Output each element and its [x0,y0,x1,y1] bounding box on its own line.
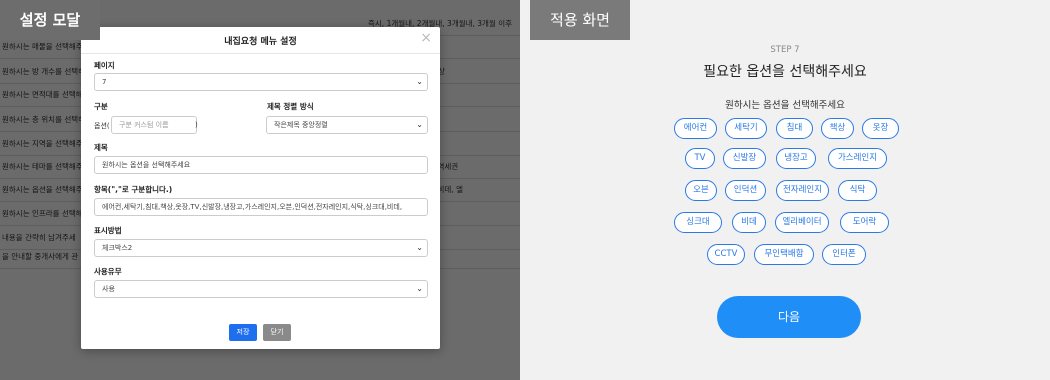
option-chip[interactable]: 책상 [821,118,854,139]
sort-label: 제목 정렬 방식 [267,102,314,111]
section-tag-applied: 적용 화면 [530,0,630,40]
option-chip[interactable]: 무인택배함 [754,244,814,265]
modal-title: 내집요청 메뉴 설정 [224,37,297,47]
page-select[interactable]: 7 ⌄ [94,73,428,91]
option-chip[interactable]: CCTV [707,244,745,265]
option-chip[interactable]: 에어컨 [674,118,717,139]
applied-screen-panel: STEP 7 필요한 옵션을 선택해주세요 원하시는 옵션을 선택해주세요 에어… [520,0,1050,380]
close-icon[interactable]: × [420,30,432,46]
option-chip[interactable]: 냉장고 [776,148,816,169]
option-chip[interactable]: 식탁 [838,180,877,201]
usage-select[interactable]: 사용 ⌄ [94,280,428,298]
chevron-down-icon: ⌄ [416,284,423,293]
option-chip[interactable]: 옷장 [862,118,899,139]
display-select[interactable]: 체크박스2 ⌄ [94,239,428,257]
items-label: 항목(","로 구분합니다.) [94,185,173,194]
step-label: STEP 7 [770,45,800,55]
option-chip[interactable]: 엘리베이터 [775,212,829,233]
page-subtitle: 원하시는 옵션을 선택해주세요 [725,100,845,111]
modal-header: 내집요청 메뉴 설정 × [81,27,440,54]
page-title: 필요한 옵션을 선택해주세요 [703,64,867,80]
option-chip[interactable]: 도어락 [840,212,889,233]
category-label: 구분 [94,102,108,111]
option-chip[interactable]: 전자레인지 [776,180,829,201]
usage-select-value: 사용 [102,285,115,293]
category-name-input[interactable]: 구분 커스텀 이름 [111,116,197,134]
title-input[interactable]: 원하시는 옵션을 선택해주세요 [94,156,428,174]
display-label: 표시방법 [94,226,122,235]
option-chip[interactable]: 오븐 [685,180,717,201]
option-chip[interactable]: 신발장 [723,148,766,169]
sort-select[interactable]: 작은제목 중앙정렬 ⌄ [266,116,428,134]
chevron-down-icon: ⌄ [416,243,423,252]
chevron-down-icon: ⌄ [416,120,423,129]
next-button[interactable]: 다음 [717,296,861,338]
settings-modal-panel: 즉시, 1개월내, 2개월내, 3개월내, 3개월 이후원하시는 매물을 선택해… [0,0,520,380]
display-select-value: 체크박스2 [102,244,133,252]
page-select-value: 7 [102,78,107,86]
option-chip[interactable]: TV [685,148,715,169]
title-label: 제목 [94,143,108,152]
option-chip[interactable]: 인터폰 [822,244,866,265]
page-label: 페이지 [94,61,115,70]
option-chip[interactable]: 가스레인지 [828,148,887,169]
section-tag-modal: 설정 모달 [0,0,100,40]
sort-select-value: 작은제목 중앙정렬 [274,121,328,129]
option-chip[interactable]: 인덕션 [725,180,766,201]
option-chip[interactable]: 비데 [732,212,766,233]
option-chip[interactable]: 세탁기 [725,118,767,139]
option-chip[interactable]: 싱크대 [674,212,722,233]
usage-label: 사용유무 [94,267,122,276]
items-input[interactable]: 에어컨,세탁기,침대,책상,옷장,TV,신발장,냉장고,가스레인지,오븐,인덕션… [94,198,428,216]
close-button[interactable]: 닫기 [263,324,291,341]
chevron-down-icon: ⌄ [416,77,423,86]
settings-modal: 내집요청 메뉴 설정 × 페이지 7 ⌄ 구분 옵션( 구분 커스텀 이름 ) … [81,27,440,349]
category-suffix: ) [195,121,198,129]
save-button[interactable]: 저장 [229,324,257,341]
category-prefix: 옵션( [94,122,110,130]
option-chip[interactable]: 침대 [776,118,813,139]
